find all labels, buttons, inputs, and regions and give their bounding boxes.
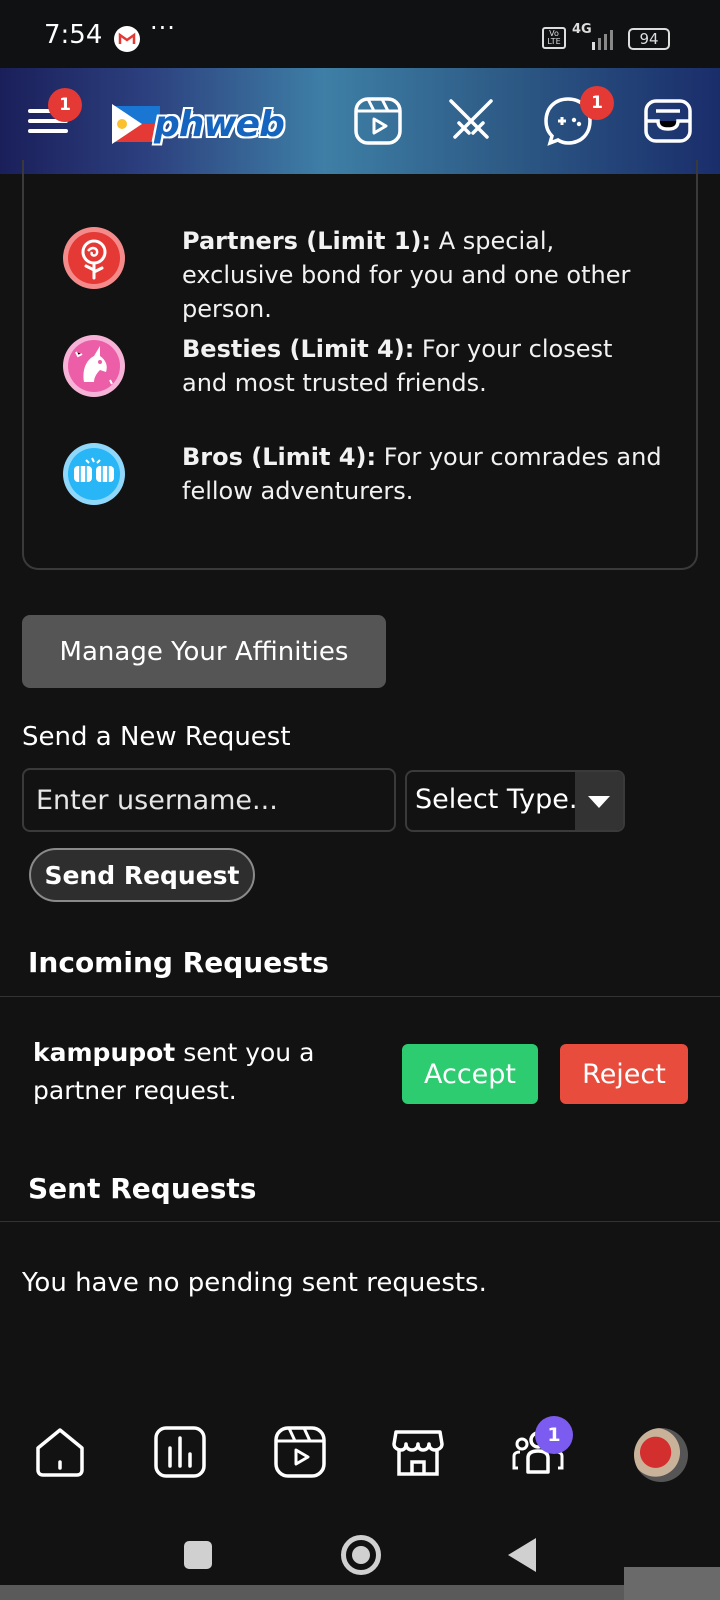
signal-icon <box>592 30 613 50</box>
network-type: 4G <box>572 22 592 37</box>
status-time: 7:54 <box>44 20 103 50</box>
gmail-icon <box>114 26 140 52</box>
send-request-label: Send a New Request <box>22 722 291 752</box>
battery-indicator: 94 <box>628 28 670 50</box>
back-button[interactable] <box>508 1538 536 1572</box>
menu-badge: 1 <box>48 88 82 122</box>
rose-icon <box>63 227 125 289</box>
accept-button[interactable]: Accept <box>402 1044 538 1104</box>
affinity-info-card: Partners (Limit 1): A special, exclusive… <box>22 160 698 570</box>
flag-icon <box>112 104 160 144</box>
send-request-button[interactable]: Send Request <box>29 848 255 902</box>
home-icon[interactable] <box>32 1424 88 1480</box>
no-sent-requests-text: You have no pending sent requests. <box>22 1268 487 1298</box>
bottom-strip-right <box>624 1567 720 1600</box>
affinity-text-besties: Besties (Limit 4): For your closest and … <box>182 335 613 397</box>
divider <box>0 1221 720 1222</box>
avatar[interactable] <box>634 1428 688 1482</box>
reject-button[interactable]: Reject <box>560 1044 688 1104</box>
app-header: 1 phweb 1 <box>0 68 720 174</box>
request-username[interactable]: kampupot <box>33 1038 175 1067</box>
username-input[interactable] <box>22 768 396 832</box>
reels-icon[interactable] <box>272 1424 328 1480</box>
reels-icon[interactable] <box>350 93 406 149</box>
phweb-logo[interactable]: phweb <box>112 98 285 150</box>
stats-icon[interactable] <box>152 1424 208 1480</box>
sent-requests-title: Sent Requests <box>28 1172 257 1205</box>
chevron-down-icon <box>575 772 623 830</box>
status-bar: 7:54 ··· Vo LTE 4G 94 <box>0 0 720 68</box>
divider <box>0 996 720 997</box>
type-select-value: Select Type. <box>415 784 578 815</box>
affinity-text-partners: Partners (Limit 1): A special, exclusive… <box>182 227 631 323</box>
incoming-request-text: kampupot sent you a partner request. <box>33 1038 315 1105</box>
more-notifications-icon: ··· <box>150 14 176 42</box>
store-icon[interactable] <box>390 1424 446 1480</box>
volte-icon: Vo LTE <box>542 27 566 49</box>
chat-badge: 1 <box>580 86 614 120</box>
inbox-icon[interactable] <box>640 93 696 149</box>
bottom-strip <box>0 1585 720 1600</box>
home-button[interactable] <box>341 1535 381 1575</box>
fist-bump-icon <box>63 443 125 505</box>
affinity-badge: 1 <box>535 1416 573 1454</box>
battle-icon[interactable] <box>443 93 499 149</box>
unicorn-icon <box>63 335 125 397</box>
logo-text: phweb <box>154 103 285 145</box>
recent-apps-button[interactable] <box>184 1541 212 1569</box>
manage-affinities-button[interactable]: Manage Your Affinities <box>22 615 386 688</box>
incoming-requests-title: Incoming Requests <box>28 946 329 979</box>
affinity-type-select[interactable]: Select Type. <box>405 770 625 832</box>
affinity-text-bros: Bros (Limit 4): For your comrades and fe… <box>182 443 662 505</box>
